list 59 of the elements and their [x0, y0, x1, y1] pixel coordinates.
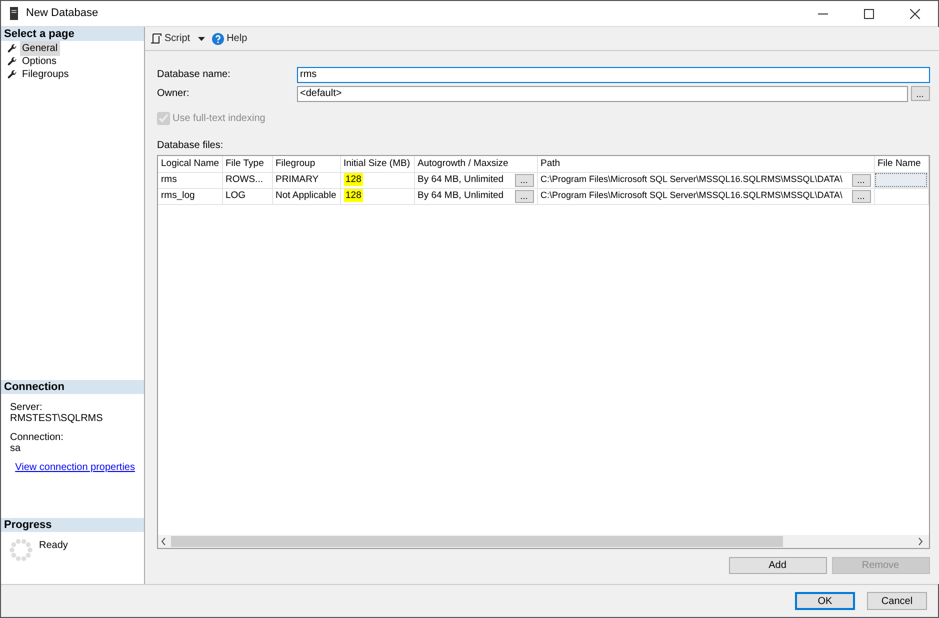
script-button[interactable]: Script [151, 31, 190, 46]
table-cell: 128 [344, 188, 364, 202]
table-cell: Not Applicable [272, 188, 340, 204]
ellipsis-button[interactable]: ... [852, 174, 870, 186]
script-icon [151, 32, 162, 44]
help-button[interactable]: Help [212, 31, 248, 46]
cancel-button[interactable]: Cancel [867, 592, 927, 610]
section-label: Database files: [157, 139, 224, 153]
column-header[interactable]: Logical Name [158, 156, 222, 172]
ellipsis-button[interactable]: ... [514, 190, 534, 202]
column-header[interactable]: Autogrowth / Maxsize [414, 156, 537, 172]
wrench-icon [7, 44, 17, 54]
ellipsis-button[interactable]: ... [852, 190, 870, 202]
sidebar-item[interactable]: General [20, 41, 60, 56]
close-icon [910, 8, 920, 18]
section-header: Progress [1, 518, 144, 532]
server-label: Server: [10, 402, 44, 413]
sidebar-item[interactable]: Options [20, 54, 58, 69]
window-title: New Database [26, 6, 98, 22]
table-cell-text: C:\Program Files\Microsoft SQL Server\MSSQL16.SQLRMS\MSSQL\DATA\ [540, 189, 842, 202]
table-cell: By 64 MB, Unlimited [418, 188, 504, 203]
table-cell: LOG [222, 188, 272, 204]
column-header[interactable]: Initial Size (MB) [340, 156, 414, 172]
section-header: Connection [1, 380, 144, 394]
ellipsis-button[interactable]: ... [514, 174, 534, 186]
column-header[interactable]: Filegroup [272, 156, 340, 172]
owner-field[interactable]: <default> [297, 86, 908, 102]
field-label: Database name: [157, 68, 232, 82]
checkbox-label: Use full-text indexing [172, 112, 266, 126]
column-header[interactable]: File Type [222, 156, 272, 172]
add-button[interactable]: Add [728, 557, 826, 574]
server-value: RMSTEST\SQLRMS [10, 413, 104, 424]
column-header[interactable]: Path [537, 156, 874, 172]
database-icon [10, 7, 18, 20]
dropdown-caret-icon[interactable] [198, 36, 206, 40]
table-cell: PRIMARY [272, 172, 340, 188]
table-cell: rms_log [158, 188, 222, 204]
progress-status: Ready [39, 539, 68, 553]
browse-button[interactable]: ... [910, 86, 930, 101]
maximize-icon [864, 8, 874, 18]
table-cell-text: C:\Program Files\Microsoft SQL Server\MSSQL16.SQLRMS\MSSQL\DATA\ [540, 173, 842, 186]
connection-properties-link[interactable]: View connection properties [15, 462, 135, 473]
table-cell: 128 [344, 172, 364, 186]
table-cell[interactable] [874, 172, 928, 188]
section-header: Select a page [1, 27, 144, 41]
spinner-icon [9, 538, 33, 562]
connection-label: Connection: [10, 432, 64, 443]
ok-button[interactable]: OK [795, 592, 855, 610]
table-cell: By 64 MB, Unlimited [418, 172, 504, 187]
column-header[interactable]: File Name [874, 156, 928, 172]
table-cell: rms [158, 172, 222, 188]
wrench-icon [7, 56, 17, 66]
table-cell: ROWS... [222, 172, 272, 188]
help-icon [212, 32, 224, 44]
sidebar-item[interactable]: Filegroups [20, 67, 71, 82]
database-name-field[interactable]: rms [297, 66, 930, 82]
field-label: Owner: [157, 87, 190, 101]
connection-value: sa [10, 443, 22, 454]
wrench-icon [7, 70, 17, 80]
